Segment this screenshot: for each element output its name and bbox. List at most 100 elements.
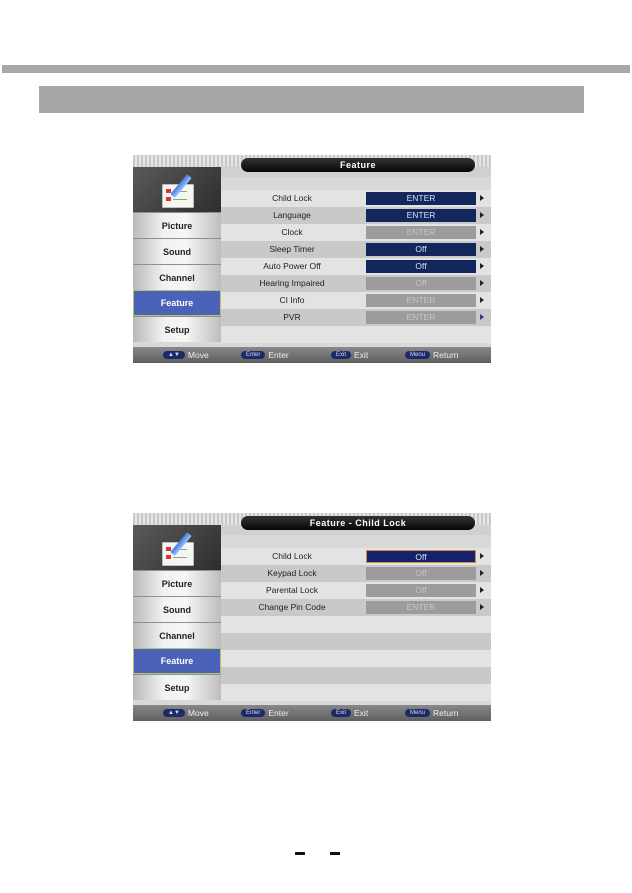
- menu-row-label: Auto Power Off: [263, 261, 321, 271]
- menu-row[interactable]: CI Info ENTER: [221, 292, 491, 309]
- remote-key-return-icon: Menu: [405, 351, 431, 359]
- sidebar-item-setup[interactable]: Setup: [133, 674, 221, 700]
- footer-hint-label: Move: [187, 708, 209, 718]
- menu-title-text: Feature: [339, 160, 376, 170]
- sidebar-item-channel[interactable]: Channel: [133, 622, 221, 648]
- menu-row-value[interactable]: ENTER: [366, 226, 476, 239]
- triangle-right-icon[interactable]: [480, 314, 484, 320]
- menu-row-label: Language: [273, 210, 311, 220]
- menu-row[interactable]: Keypad Lock Off: [221, 565, 491, 582]
- osd-feature-menu: Feature Picture Sound Channel Feature Setup …: [133, 155, 491, 363]
- page-number-dash-left: [295, 852, 305, 855]
- menu-row[interactable]: PVR ENTER: [221, 309, 491, 326]
- menu-row-label: CI Info: [279, 295, 305, 305]
- menu-row-label: Change Pin Code: [258, 602, 326, 612]
- footer-hint-label: Enter: [268, 708, 289, 718]
- remote-key-move-icon: ▲▼: [163, 709, 185, 717]
- sidebar-item-feature[interactable]: Feature: [133, 290, 221, 316]
- triangle-right-icon[interactable]: [480, 195, 484, 201]
- triangle-right-icon[interactable]: [480, 553, 484, 559]
- top-rule: [2, 65, 630, 73]
- menu-row-label: Child Lock: [272, 551, 312, 561]
- menu-row[interactable]: Parental Lock Off: [221, 582, 491, 599]
- menu-row[interactable]: Sleep Timer Off: [221, 241, 491, 258]
- menu-row-value[interactable]: Off: [366, 260, 476, 273]
- menu-row-value[interactable]: Off: [366, 277, 476, 290]
- menu-row[interactable]: Language ENTER: [221, 207, 491, 224]
- sidebar-item-sound[interactable]: Sound: [133, 238, 221, 264]
- empty-row: [221, 326, 491, 343]
- remote-key-enter-icon: Enter: [241, 351, 266, 359]
- triangle-right-icon[interactable]: [480, 263, 484, 269]
- menu-row[interactable]: Clock ENTER: [221, 224, 491, 241]
- menu-row-value[interactable]: ENTER: [366, 192, 476, 205]
- menu-title: Feature - Child Lock: [241, 516, 475, 530]
- menu-row[interactable]: Hearing Impaired Off: [221, 275, 491, 292]
- menu-row-value[interactable]: ENTER: [366, 209, 476, 222]
- empty-row: [221, 667, 491, 684]
- menu-row-label: Parental Lock: [266, 585, 318, 595]
- triangle-right-icon[interactable]: [480, 570, 484, 576]
- footer-hint-enter: Enter Enter: [241, 705, 289, 721]
- menu-row-value[interactable]: Off: [366, 550, 476, 563]
- sidebar-item-picture[interactable]: Picture: [133, 212, 221, 238]
- footer-hint-enter: Enter Enter: [241, 347, 289, 363]
- footer-hint-label: Move: [187, 350, 209, 360]
- menu-row[interactable]: Change Pin Code ENTER: [221, 599, 491, 616]
- footer-hint-label: Exit: [354, 708, 369, 718]
- check-mark: [166, 555, 171, 559]
- empty-row: [221, 633, 491, 650]
- menu-row[interactable]: Auto Power Off Off: [221, 258, 491, 275]
- footer-hint-move: ▲▼ Move: [163, 347, 209, 363]
- remote-key-move-icon: ▲▼: [163, 351, 185, 359]
- menu-row-label: Clock: [281, 227, 303, 237]
- footer-hint-label: Return: [433, 708, 459, 718]
- menu-row-label: Child Lock: [272, 193, 312, 203]
- menu-title: Feature: [241, 158, 475, 172]
- menu-row[interactable]: Child Lock ENTER: [221, 190, 491, 207]
- footer-hint-exit: Exit Exit: [331, 347, 368, 363]
- osd-child-lock-menu: Feature - Child Lock Picture Sound Channel…: [133, 513, 491, 721]
- osd-footer: ▲▼ Move Enter Enter Exit Exit Menu Return: [133, 347, 491, 363]
- note-line: [173, 557, 187, 558]
- footer-hint-label: Return: [433, 350, 459, 360]
- menu-row-label: Keypad Lock: [267, 568, 317, 578]
- sidebar-item-picture[interactable]: Picture: [133, 570, 221, 596]
- footer-hint-move: ▲▼ Move: [163, 705, 209, 721]
- empty-row: [221, 616, 491, 633]
- empty-row: [221, 650, 491, 667]
- triangle-right-icon[interactable]: [480, 246, 484, 252]
- footer-hint-return: Menu Return: [405, 705, 459, 721]
- triangle-right-icon[interactable]: [480, 212, 484, 218]
- footer-hint-return: Menu Return: [405, 347, 459, 363]
- sidebar-item-setup[interactable]: Setup: [133, 316, 221, 342]
- footer-hint-label: Enter: [268, 350, 289, 360]
- menu-row-value[interactable]: ENTER: [366, 601, 476, 614]
- remote-key-exit-icon: Exit: [331, 709, 352, 717]
- menu-row-value[interactable]: Off: [366, 584, 476, 597]
- remote-key-enter-icon: Enter: [241, 709, 266, 717]
- triangle-right-icon[interactable]: [480, 604, 484, 610]
- triangle-right-icon[interactable]: [480, 280, 484, 286]
- category-icon-panel: [133, 525, 221, 570]
- sidebar-item-feature[interactable]: Feature: [133, 648, 221, 674]
- menu-row-value[interactable]: ENTER: [366, 294, 476, 307]
- menu-row-value[interactable]: ENTER: [366, 311, 476, 324]
- menu-title-text: Feature - Child Lock: [309, 518, 407, 528]
- menu-row-value[interactable]: Off: [366, 243, 476, 256]
- remote-key-exit-icon: Exit: [331, 351, 352, 359]
- check-mark: [166, 197, 171, 201]
- section-header-band: [39, 86, 584, 113]
- menu-row-label: Sleep Timer: [269, 244, 315, 254]
- category-icon-panel: [133, 167, 221, 212]
- triangle-right-icon[interactable]: [480, 229, 484, 235]
- menu-row-value[interactable]: Off: [366, 567, 476, 580]
- sidebar-item-channel[interactable]: Channel: [133, 264, 221, 290]
- triangle-right-icon[interactable]: [480, 587, 484, 593]
- footer-hint-label: Exit: [354, 350, 369, 360]
- menu-row[interactable]: Child Lock Off: [221, 548, 491, 565]
- sidebar-item-sound[interactable]: Sound: [133, 596, 221, 622]
- remote-key-return-icon: Menu: [405, 709, 431, 717]
- menu-row-label: PVR: [283, 312, 301, 322]
- triangle-right-icon[interactable]: [480, 297, 484, 303]
